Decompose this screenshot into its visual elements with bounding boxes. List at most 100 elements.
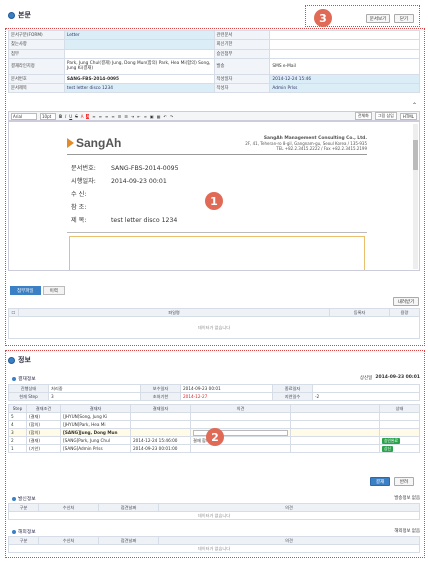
reject-button[interactable]: 반려: [394, 477, 414, 486]
download-button[interactable]: 내려받기: [393, 297, 419, 306]
field-attachment[interactable]: [63, 48, 215, 59]
table-icon[interactable]: ▦: [157, 114, 161, 119]
undo-icon[interactable]: ↶: [163, 114, 166, 119]
field-send-options[interactable]: SMS e-Mail: [269, 57, 420, 75]
collapse-up-icon[interactable]: ⌃: [412, 102, 417, 109]
cell: [190, 444, 291, 453]
info-title-text: 정보: [18, 356, 31, 364]
status-value: 처리중: [48, 384, 141, 393]
tab-attachments[interactable]: 첨부파일: [10, 286, 41, 295]
cell: 1: [8, 444, 27, 453]
align-left-icon[interactable]: ≡: [92, 114, 95, 119]
field-label: 문서번호: [8, 73, 65, 85]
field-form-value[interactable]: Letter: [63, 29, 215, 41]
field-label: 회신기한: [213, 39, 271, 50]
field-search-value[interactable]: [63, 39, 215, 50]
field-label: 승인첨부: [213, 48, 271, 59]
font-size-select[interactable]: 10pt: [40, 112, 56, 120]
company-info: SangAh Management Consulting Co., Ltd. 2…: [245, 136, 367, 151]
callout-badge-1: 1: [205, 192, 223, 210]
company-logo: SangAh: [67, 136, 121, 150]
field-related-doc[interactable]: [269, 29, 420, 41]
cell: (합의): [26, 420, 61, 429]
editor-scrollbar[interactable]: [413, 124, 418, 269]
col-recipient: 수신처: [38, 503, 99, 512]
insert-image-button[interactable]: 그림 삽입: [374, 112, 397, 120]
status-value: [312, 384, 420, 393]
align-right-icon[interactable]: ≡: [105, 114, 108, 119]
html-toggle[interactable]: HTML: [399, 112, 417, 120]
font-family-select[interactable]: Arial: [11, 112, 37, 120]
cell: [290, 444, 380, 453]
outdent-icon[interactable]: ⇤: [137, 114, 140, 119]
align-center-icon[interactable]: ≡: [99, 114, 102, 119]
col-approver: 결재자: [60, 404, 131, 413]
justify-icon[interactable]: ≡: [111, 114, 114, 119]
cell: [290, 436, 380, 445]
submit-date-value: 2014-09-23 00:01: [375, 375, 420, 380]
cell: [190, 420, 291, 429]
field-label: 찾는사항: [8, 39, 65, 50]
font-color-icon[interactable]: A: [81, 114, 84, 119]
cell: (기안): [26, 444, 61, 453]
field-label: 결재라인지정: [8, 57, 65, 75]
reply-info-table: 구분 수신처 접견날짜 의견 데이터가 없습니다: [8, 536, 420, 553]
redo-icon[interactable]: ↷: [170, 114, 173, 119]
scrollbar-thumb[interactable]: [413, 140, 418, 170]
editor-content-area[interactable]: SangAh SangAh Management Consulting Co.,…: [8, 121, 420, 271]
table-row[interactable]: 5 (결재) [JHYUN]Song, Jung Ki: [8, 412, 420, 421]
status-table: 진행상태 처리중 보수일자 2014-09-23 00:01 종료일자 현재 S…: [8, 384, 420, 401]
letter-value: 2014-09-23 00:01: [111, 178, 167, 185]
cell: 승인완료: [379, 436, 420, 445]
italic-icon[interactable]: I: [65, 114, 66, 119]
cell: (합의): [26, 428, 61, 437]
status-badge: 승인완료: [382, 437, 400, 444]
close-button[interactable]: 닫기: [394, 14, 414, 23]
status-label: 지연일수: [272, 392, 313, 401]
letter-label: 수 신:: [71, 191, 87, 198]
cell: [SANG]Park, Jung Chul: [60, 436, 131, 445]
ordered-list-icon[interactable]: ☰: [118, 114, 122, 119]
attachment-tabs: 첨부파일 이력: [10, 286, 65, 295]
logo-mark-icon: [67, 138, 74, 148]
field-author[interactable]: Admin Prlss: [269, 83, 420, 94]
bold-icon[interactable]: B: [59, 114, 62, 119]
cell: [190, 412, 291, 421]
empty-message: 데이터가 없습니다: [8, 316, 420, 339]
send-info-table: 구분 수신처 접견날짜 의견 데이터가 없습니다: [8, 503, 420, 520]
body-section-title: 본문: [8, 10, 31, 20]
image-icon[interactable]: ▣: [150, 114, 154, 119]
col-date: 접견날짜: [98, 503, 159, 512]
cell: [JHYUN]Park, Hea Mi: [60, 420, 131, 429]
unordered-list-icon[interactable]: ☰: [124, 114, 128, 119]
field-created-date[interactable]: 2014-12-24 15:46: [269, 73, 420, 85]
field-label: 작성일자: [213, 73, 271, 85]
approval-title-text: 결재정보: [18, 377, 36, 382]
field-doc-number: SANG-FBS-2014-0095: [63, 73, 215, 85]
status-label: 진행상태: [8, 384, 49, 393]
approve-button[interactable]: 결재: [370, 477, 390, 486]
select-all-checkbox[interactable]: ☐: [8, 308, 19, 317]
strikethrough-icon[interactable]: S: [75, 114, 78, 119]
letter-body-box[interactable]: [69, 236, 365, 270]
field-label: 첨부: [8, 48, 65, 59]
status-value: 3: [48, 392, 141, 401]
field-approval-attachment[interactable]: [269, 48, 420, 59]
field-doc-title[interactable]: test letter disco 1234: [63, 83, 215, 94]
tab-history[interactable]: 이력: [42, 286, 65, 295]
fullscreen-button[interactable]: 전체화: [354, 112, 372, 120]
letter-value: test letter disco 1234: [111, 217, 178, 224]
link-icon[interactable]: ∞: [144, 114, 147, 119]
logo-text: SangAh: [76, 136, 122, 150]
field-approval-line[interactable]: Park, Jung Chul(결재) Jung, Dong Mun(합의) P…: [63, 57, 215, 75]
submit-date-label: 상신일: [359, 376, 373, 381]
field-reply-deadline[interactable]: [269, 39, 420, 50]
highlight-color-icon[interactable]: A: [86, 113, 90, 119]
field-label: 관련문서: [213, 29, 271, 41]
underline-icon[interactable]: U: [69, 114, 72, 119]
indent-icon[interactable]: ⇥: [131, 114, 134, 119]
cell: 2014-09-23 00:01:00: [130, 444, 191, 453]
col-blank: [290, 404, 380, 413]
body-title-text: 본문: [18, 11, 31, 19]
view-document-button[interactable]: 문서보기: [366, 14, 390, 23]
